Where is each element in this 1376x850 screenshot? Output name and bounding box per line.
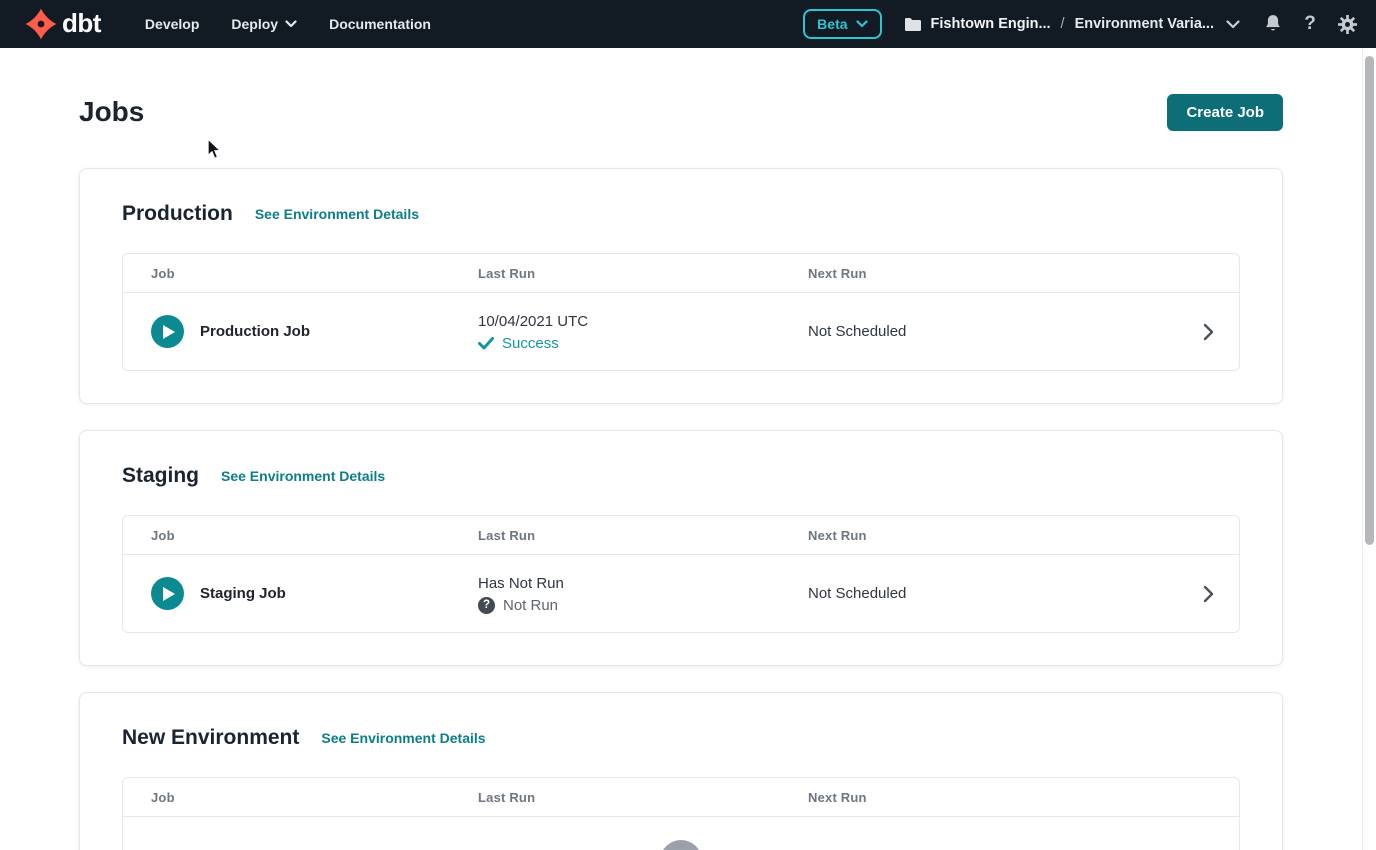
see-environment-details-link[interactable]: See Environment Details — [321, 730, 485, 746]
page-title: Jobs — [79, 90, 144, 134]
environment-card-new-environment: New Environment See Environment Details … — [79, 692, 1283, 850]
nav-icon-group: ? — [1262, 12, 1358, 36]
last-run-date: Has Not Run — [478, 574, 808, 593]
job-cell: Staging Job — [123, 577, 478, 610]
column-header-next-run: Next Run — [808, 528, 1177, 543]
column-header-job: Job — [123, 528, 478, 543]
environment-header: Staging See Environment Details — [122, 463, 1240, 489]
breadcrumb-page-label: Environment Varia... — [1075, 16, 1214, 32]
table-header-row: Job Last Run Next Run — [123, 778, 1239, 817]
column-header-last-run: Last Run — [478, 790, 808, 805]
job-cell: Production Job — [123, 315, 478, 348]
jobs-table: Job Last Run Next Run Staging Job Has No… — [122, 515, 1240, 633]
bell-icon[interactable] — [1262, 12, 1284, 36]
next-run-cell: Not Scheduled — [808, 585, 1177, 602]
top-navigation-bar: dbt Develop Deploy Documentation Beta — [0, 0, 1376, 48]
breadcrumb-separator: / — [1061, 16, 1065, 32]
scrollbar-track[interactable] — [1362, 48, 1376, 850]
table-header-row: Job Last Run Next Run — [123, 516, 1239, 555]
scrollbar-thumb[interactable] — [1365, 56, 1374, 545]
menu-item-documentation[interactable]: Documentation — [317, 8, 443, 40]
help-glyph: ? — [1304, 13, 1316, 35]
menu-item-label: Develop — [145, 16, 199, 32]
create-job-button[interactable]: Create Job — [1167, 94, 1283, 131]
folder-icon — [904, 17, 922, 32]
dbt-logo[interactable]: dbt — [24, 7, 101, 41]
run-job-button[interactable] — [151, 315, 184, 348]
chevron-right-icon[interactable] — [1177, 585, 1239, 603]
chevron-right-icon[interactable] — [1177, 323, 1239, 341]
last-run-status: Success — [478, 335, 808, 352]
chevron-down-icon — [856, 20, 868, 28]
job-name: Staging Job — [200, 585, 286, 602]
gear-icon[interactable] — [1336, 12, 1358, 36]
column-header-job: Job — [123, 266, 478, 281]
breadcrumb-project[interactable]: Fishtown Engin... — [904, 16, 1051, 32]
menu-item-label: Deploy — [231, 16, 278, 32]
column-header-job: Job — [123, 790, 478, 805]
main-menu: Develop Deploy Documentation — [133, 8, 443, 40]
status-text: Success — [502, 335, 559, 352]
check-icon — [478, 337, 494, 350]
environment-name: Staging — [122, 463, 199, 489]
help-icon[interactable]: ? — [1299, 12, 1321, 36]
breadcrumb: Fishtown Engin... / Environment Varia... — [904, 16, 1240, 32]
environment-name: Production — [122, 201, 233, 227]
jobs-table: Job Last Run Next Run Production Job 10/… — [122, 253, 1240, 371]
column-header-last-run: Last Run — [478, 266, 808, 281]
nav-right-section: Beta Fishtown Engin... / Environment Var… — [803, 9, 1358, 39]
environment-card-production: Production See Environment Details Job L… — [79, 168, 1283, 404]
play-icon — [163, 587, 175, 601]
environment-header: New Environment See Environment Details — [122, 725, 1240, 751]
environment-card-staging: Staging See Environment Details Job Last… — [79, 430, 1283, 666]
dbt-wordmark: dbt — [62, 10, 101, 39]
jobs-page: Jobs Create Job Production See Environme… — [0, 90, 1362, 850]
last-run-cell: Has Not Run ? Not Run — [478, 574, 808, 614]
column-header-next-run: Next Run — [808, 266, 1177, 281]
column-header-next-run: Next Run — [808, 790, 1177, 805]
menu-item-deploy[interactable]: Deploy — [219, 8, 309, 40]
status-text: Not Run — [503, 597, 558, 614]
last-run-date: 10/04/2021 UTC — [478, 312, 808, 331]
beta-label: Beta — [817, 16, 847, 32]
see-environment-details-link[interactable]: See Environment Details — [221, 468, 385, 484]
play-icon — [163, 325, 175, 339]
see-environment-details-link[interactable]: See Environment Details — [255, 206, 419, 222]
chevron-down-icon — [285, 20, 297, 28]
last-run-cell: 10/04/2021 UTC Success — [478, 312, 808, 352]
page-header: Jobs Create Job — [79, 90, 1283, 134]
run-job-button[interactable] — [151, 577, 184, 610]
breadcrumb-project-label: Fishtown Engin... — [931, 16, 1051, 32]
breadcrumb-page[interactable]: Environment Varia... — [1075, 16, 1214, 32]
empty-jobs-state: ? — [123, 817, 1239, 850]
dbt-logo-icon — [24, 7, 58, 41]
beta-dropdown[interactable]: Beta — [803, 9, 881, 39]
environment-name: New Environment — [122, 725, 299, 751]
job-row-staging-job[interactable]: Staging Job Has Not Run ? Not Run Not Sc… — [123, 555, 1239, 632]
chevron-down-icon[interactable] — [1226, 20, 1240, 29]
next-run-cell: Not Scheduled — [808, 323, 1177, 340]
menu-item-develop[interactable]: Develop — [133, 8, 211, 40]
jobs-table: Job Last Run Next Run ? — [122, 777, 1240, 850]
question-circle-icon: ? — [478, 597, 495, 614]
menu-item-label: Documentation — [329, 16, 431, 32]
job-row-production-job[interactable]: Production Job 10/04/2021 UTC Success No… — [123, 293, 1239, 370]
last-run-status: ? Not Run — [478, 597, 808, 614]
job-name: Production Job — [200, 323, 310, 340]
question-circle-icon: ? — [660, 840, 702, 850]
column-header-last-run: Last Run — [478, 528, 808, 543]
table-header-row: Job Last Run Next Run — [123, 254, 1239, 293]
environment-header: Production See Environment Details — [122, 201, 1240, 227]
